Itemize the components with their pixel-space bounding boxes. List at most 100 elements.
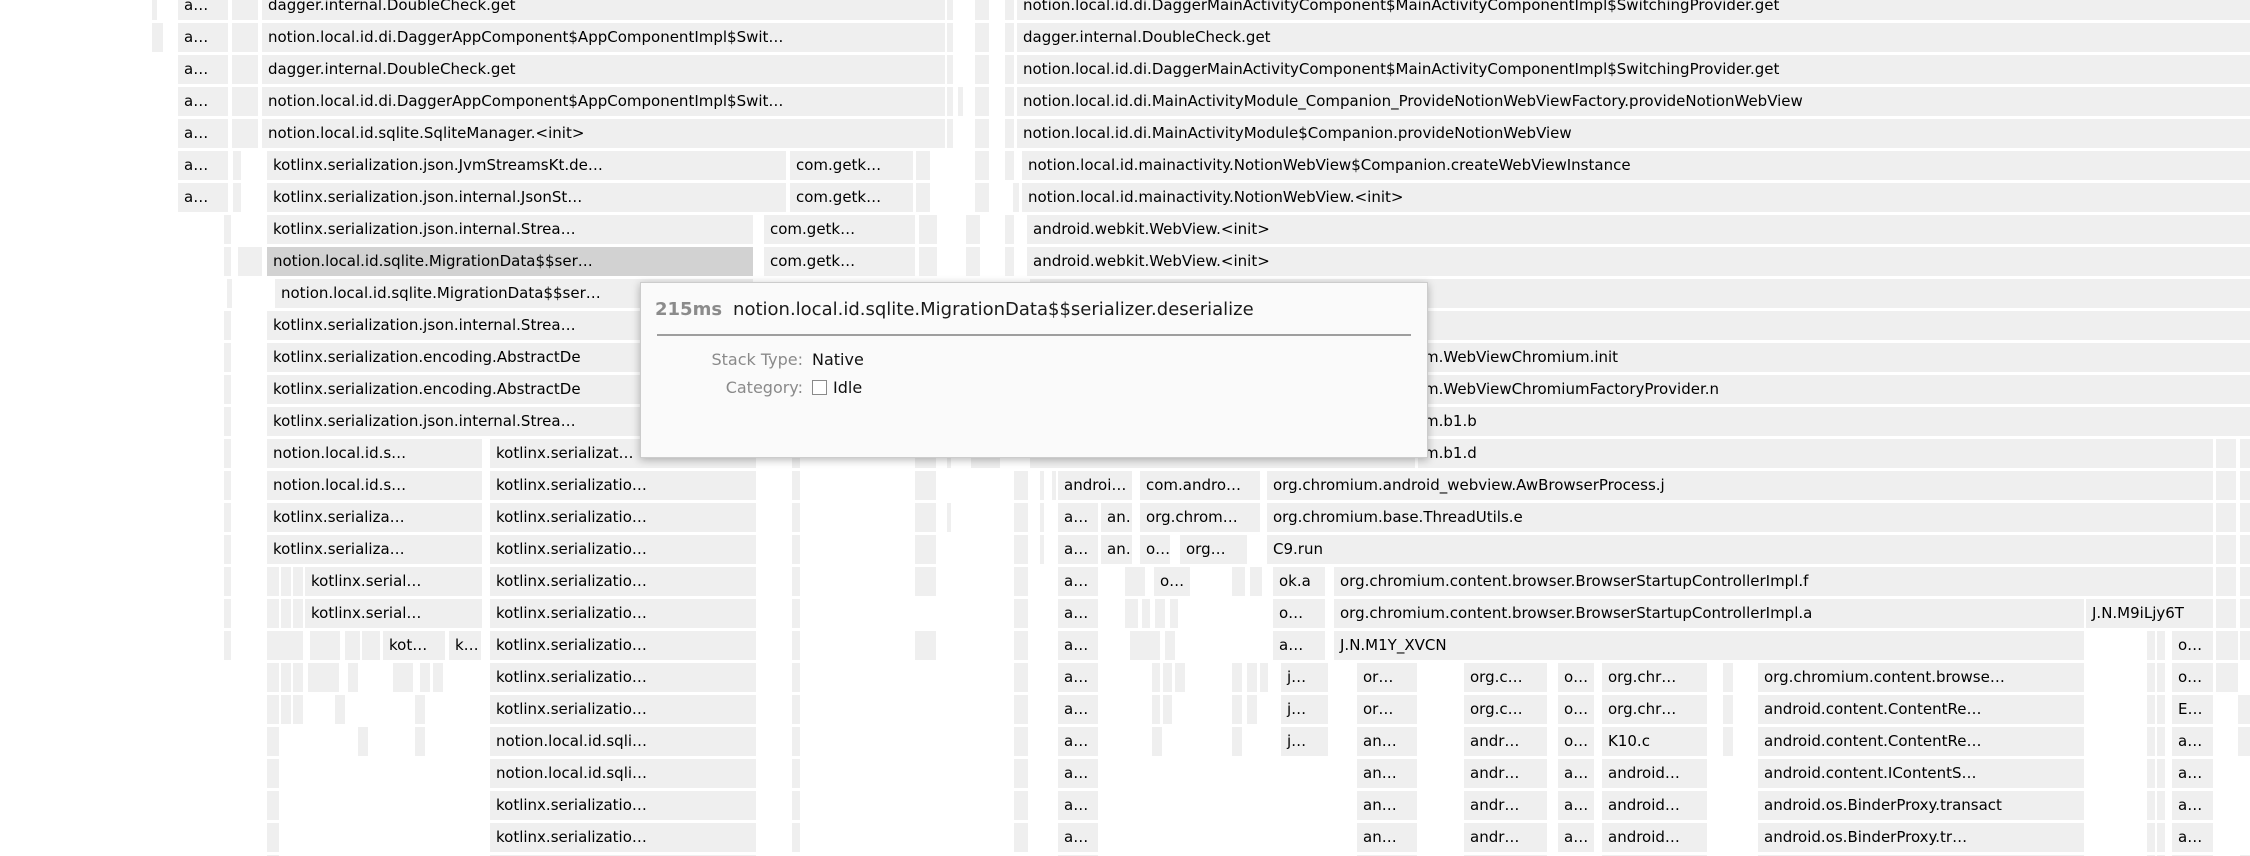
stack-frame[interactable]: o…: [1558, 727, 1594, 756]
stack-frame[interactable]: an…: [1101, 535, 1132, 564]
stack-frame-sliver[interactable]: [2147, 823, 2155, 852]
stack-frame-sliver[interactable]: [224, 535, 231, 564]
stack-frame[interactable]: a…: [1058, 503, 1098, 532]
stack-frame-sliver[interactable]: [792, 663, 800, 692]
stack-frame-sliver[interactable]: [958, 87, 963, 116]
stack-frame-sliver[interactable]: [2240, 567, 2250, 596]
stack-frame[interactable]: a…: [1273, 631, 1325, 660]
stack-frame[interactable]: kotlinx.serialization.json.internal.Json…: [267, 183, 786, 212]
stack-frame-sliver[interactable]: [2147, 791, 2155, 820]
stack-frame[interactable]: android.webkit.WebView.<init>: [1027, 215, 2250, 244]
stack-frame-sliver[interactable]: [1247, 695, 1257, 724]
stack-frame-sliver[interactable]: [1014, 695, 1028, 724]
stack-frame-sliver[interactable]: [2240, 535, 2250, 564]
stack-frame[interactable]: android…: [1602, 759, 1707, 788]
stack-frame-sliver[interactable]: [1247, 663, 1257, 692]
stack-frame-sliver[interactable]: [2216, 663, 2238, 692]
stack-frame[interactable]: org.c…: [1464, 695, 1547, 724]
stack-frame[interactable]: a…: [1058, 823, 1098, 852]
stack-frame-sliver[interactable]: [1232, 663, 1242, 692]
stack-frame[interactable]: com.getk…: [764, 215, 915, 244]
stack-frame[interactable]: notion.local.id.di.MainActivityModule_Co…: [1017, 87, 2250, 116]
stack-frame-sliver[interactable]: [310, 631, 340, 660]
stack-frame[interactable]: a…: [2172, 823, 2213, 852]
stack-frame-sliver[interactable]: [792, 599, 800, 628]
stack-frame[interactable]: android.content.ContentRe…: [1758, 727, 2084, 756]
stack-frame[interactable]: an…: [1357, 727, 1417, 756]
stack-frame-sliver[interactable]: [1005, 87, 1014, 116]
stack-frame-sliver[interactable]: [2157, 695, 2165, 724]
stack-frame[interactable]: a…: [1058, 535, 1098, 564]
stack-frame-sliver[interactable]: [420, 663, 430, 692]
stack-frame-sliver[interactable]: [293, 567, 303, 596]
stack-frame-sliver[interactable]: [919, 215, 937, 244]
stack-frame-sliver[interactable]: [224, 215, 231, 244]
stack-frame-sliver[interactable]: [1125, 599, 1138, 628]
stack-frame-sliver[interactable]: [1005, 119, 1014, 148]
stack-frame[interactable]: a…: [178, 55, 228, 84]
stack-frame[interactable]: a…: [2172, 759, 2213, 788]
stack-frame[interactable]: notion.local.id.di.DaggerMainActivityCom…: [1017, 55, 2250, 84]
stack-frame[interactable]: kotlinx.serializatio…: [490, 695, 756, 724]
stack-frame-sliver[interactable]: [947, 503, 951, 532]
stack-frame-sliver[interactable]: [267, 759, 279, 788]
stack-frame-sliver[interactable]: [267, 727, 279, 756]
stack-frame[interactable]: org.chromium.android_webview.AwBrowserPr…: [1267, 471, 2213, 500]
stack-frame[interactable]: com.getk…: [790, 183, 913, 212]
stack-frame[interactable]: kotlinx.serialization.json.internal.Stre…: [267, 215, 753, 244]
stack-frame-sliver[interactable]: [224, 407, 231, 436]
stack-frame-sliver[interactable]: [1232, 567, 1245, 596]
stack-frame-sliver[interactable]: [1142, 599, 1150, 628]
stack-frame-sliver[interactable]: [915, 567, 936, 596]
stack-frame[interactable]: ok.a: [1273, 567, 1325, 596]
stack-frame[interactable]: a…: [1058, 695, 1098, 724]
stack-frame-sliver[interactable]: [308, 663, 339, 692]
stack-frame[interactable]: notion.local.id.mainactivity.NotionWebVi…: [1022, 183, 2250, 212]
stack-frame-sliver[interactable]: [792, 823, 800, 852]
stack-frame[interactable]: kotlinx.serializatio…: [490, 631, 756, 660]
stack-frame[interactable]: o…: [2172, 631, 2213, 660]
stack-frame-sliver[interactable]: [792, 567, 800, 596]
stack-frame-sliver[interactable]: [2147, 695, 2155, 724]
stack-frame-sliver[interactable]: [293, 663, 303, 692]
stack-frame[interactable]: andr…: [1464, 727, 1547, 756]
stack-frame-sliver[interactable]: [2240, 599, 2250, 628]
stack-frame-sliver[interactable]: [947, 55, 953, 84]
stack-frame-sliver[interactable]: [1165, 631, 1175, 660]
stack-frame-sliver[interactable]: [348, 663, 358, 692]
stack-frame[interactable]: o…: [1140, 535, 1170, 564]
stack-frame[interactable]: k…: [449, 631, 481, 660]
stack-frame-sliver[interactable]: [415, 727, 425, 756]
stack-frame[interactable]: a…: [178, 87, 228, 116]
stack-frame-sliver[interactable]: [281, 695, 291, 724]
stack-frame-sliver[interactable]: [915, 503, 936, 532]
stack-frame[interactable]: kotlinx.serializatio…: [490, 503, 756, 532]
stack-frame-sliver[interactable]: [281, 567, 291, 596]
stack-frame-sliver[interactable]: [1014, 759, 1028, 788]
stack-frame-sliver[interactable]: [975, 151, 989, 180]
stack-frame[interactable]: an…: [1357, 823, 1417, 852]
stack-frame[interactable]: android…: [1602, 791, 1707, 820]
stack-frame-sliver[interactable]: [224, 471, 231, 500]
stack-frame[interactable]: android.webkit.WebView.<init>: [1027, 247, 2250, 276]
stack-frame[interactable]: j…: [1281, 727, 1328, 756]
stack-frame-sliver[interactable]: [792, 535, 800, 564]
stack-frame[interactable]: kotlinx.serializatio…: [490, 535, 756, 564]
stack-frame[interactable]: a…: [1558, 791, 1594, 820]
stack-frame-sliver[interactable]: [1232, 695, 1242, 724]
stack-frame-sliver[interactable]: [975, 23, 989, 52]
stack-frame[interactable]: kot…: [383, 631, 445, 660]
stack-frame-sliver[interactable]: [345, 631, 360, 660]
stack-frame-sliver[interactable]: [267, 695, 279, 724]
stack-frame[interactable]: notion.local.id.sqlite.SqliteManager.<in…: [262, 119, 945, 148]
stack-frame[interactable]: com.getk…: [790, 151, 913, 180]
stack-frame-sliver[interactable]: [1152, 695, 1160, 724]
stack-frame[interactable]: android.content.IContentS…: [1758, 759, 2084, 788]
stack-frame-sliver[interactable]: [2216, 503, 2236, 532]
stack-frame-sliver[interactable]: [224, 375, 231, 404]
stack-frame-sliver[interactable]: [267, 567, 279, 596]
stack-frame[interactable]: org.chr…: [1602, 663, 1707, 692]
stack-frame[interactable]: a…: [1058, 727, 1098, 756]
stack-frame-sliver[interactable]: [975, 183, 989, 212]
stack-chart[interactable]: a…dagger.internal.DoubleCheck.getnotion.…: [0, 0, 2250, 856]
